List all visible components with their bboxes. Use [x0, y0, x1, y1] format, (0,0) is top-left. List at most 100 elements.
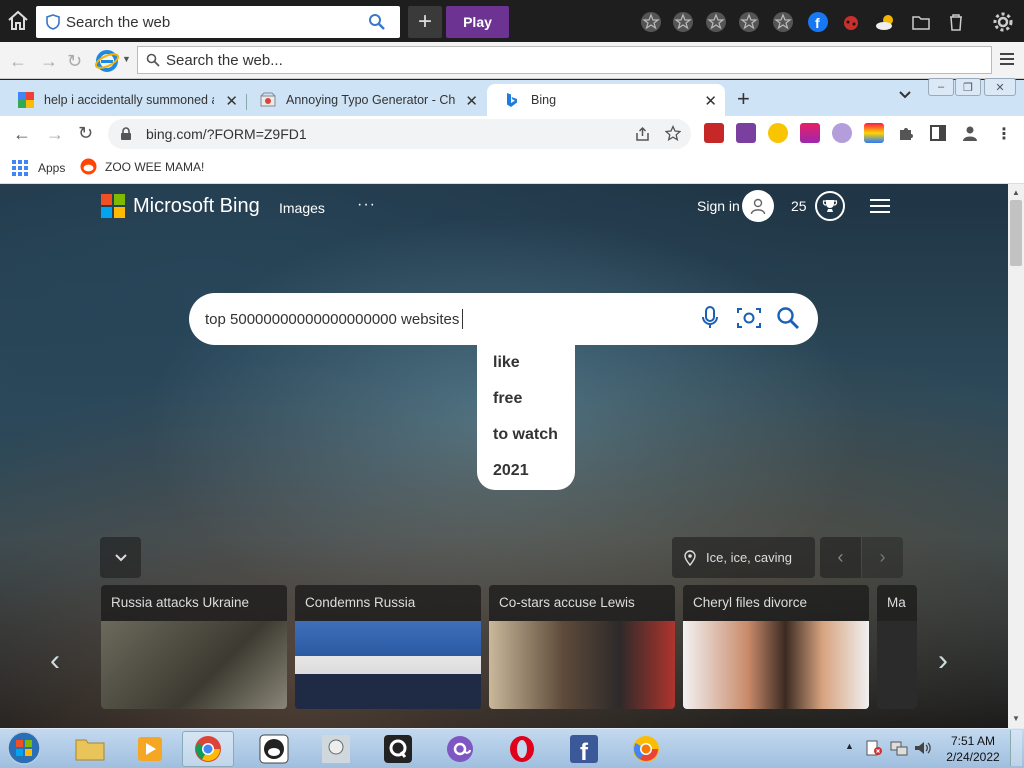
scroll-up-icon[interactable]: ▲: [1012, 188, 1020, 197]
visual-search-icon[interactable]: [736, 306, 762, 330]
emoji-extension-icon[interactable]: [768, 123, 788, 143]
close-icon[interactable]: ✕: [704, 92, 717, 110]
bookmark-star-icon[interactable]: [665, 125, 681, 141]
side-panel-icon[interactable]: [929, 124, 947, 142]
share-icon[interactable]: [635, 126, 651, 142]
extension-icon[interactable]: [736, 123, 756, 143]
network-icon[interactable]: [890, 740, 908, 756]
scroll-thumb[interactable]: [1010, 200, 1022, 266]
nav-more-button[interactable]: ···: [357, 196, 376, 214]
extension-icon[interactable]: [704, 123, 724, 143]
taskbar-chrome-canary[interactable]: [620, 731, 672, 767]
suggestion-item[interactable]: like: [477, 353, 575, 389]
dropdown-arrow-icon[interactable]: ▼: [122, 54, 131, 64]
bookmark-zoo-wee-mama[interactable]: ZOO WEE MAMA!: [80, 158, 204, 175]
ie-address-input[interactable]: Search the web...: [137, 46, 992, 74]
action-center-icon[interactable]: [866, 740, 882, 756]
news-card[interactable]: Condemns Russia: [295, 585, 481, 709]
back-arrow-icon[interactable]: ←: [9, 51, 27, 72]
microphone-icon[interactable]: [700, 306, 720, 330]
rewards-points[interactable]: 25: [791, 198, 807, 214]
kebab-menu-icon[interactable]: ⋮: [996, 124, 1012, 144]
news-card[interactable]: Russia attacks Ukraine: [101, 585, 287, 709]
taskbar-app-character[interactable]: [310, 731, 362, 767]
trophy-icon[interactable]: [815, 191, 845, 221]
extension-icon[interactable]: [864, 123, 884, 143]
taskbar-facebook[interactable]: f: [558, 731, 610, 767]
taskbar-explorer[interactable]: [64, 731, 116, 767]
carousel-prev-icon[interactable]: ‹: [50, 644, 60, 678]
reload-icon[interactable]: ↻: [78, 123, 93, 144]
search-input[interactable]: top 50000000000000000000 websites: [189, 293, 818, 345]
tab-bing[interactable]: Bing ✕: [487, 84, 725, 116]
trash-icon[interactable]: [944, 10, 968, 34]
gear-icon[interactable]: [991, 10, 1015, 34]
show-hidden-icons[interactable]: ▲: [845, 741, 854, 751]
suggestion-item[interactable]: to watch: [477, 425, 575, 461]
star-icon[interactable]: [771, 10, 795, 34]
carousel-next-icon[interactable]: ›: [938, 644, 948, 678]
taskbar-app-face[interactable]: [248, 731, 300, 767]
search-icon[interactable]: [776, 306, 800, 330]
ladybug-icon[interactable]: [839, 10, 863, 34]
forward-arrow-icon[interactable]: →: [46, 124, 64, 145]
home-icon[interactable]: [6, 9, 30, 33]
taskbar-media-player[interactable]: [124, 731, 176, 767]
folder-icon[interactable]: [909, 10, 933, 34]
news-card[interactable]: Cheryl files divorce: [683, 585, 869, 709]
volume-icon[interactable]: [914, 740, 932, 756]
suggestion-item[interactable]: free: [477, 389, 575, 425]
system-clock[interactable]: 7:51 AM 2/24/2022: [940, 733, 1006, 765]
profile-icon[interactable]: [961, 124, 979, 142]
bing-logo[interactable]: Microsoft Bing: [101, 194, 260, 218]
sign-in-link[interactable]: Sign in: [697, 198, 740, 214]
star-icon[interactable]: [671, 10, 695, 34]
avatar[interactable]: [742, 190, 774, 222]
close-icon[interactable]: ✕: [465, 92, 478, 110]
omnibox[interactable]: bing.com/?FORM=Z9FD1: [108, 119, 691, 149]
taskbar-opera[interactable]: [496, 731, 548, 767]
close-window-button[interactable]: ✕: [984, 78, 1016, 96]
taskbar-app-q[interactable]: [372, 731, 424, 767]
close-icon[interactable]: ✕: [225, 92, 238, 110]
suggestion-item[interactable]: 2021: [477, 461, 575, 497]
previous-image-button[interactable]: ‹: [820, 537, 861, 578]
top-search-input[interactable]: Search the web: [36, 6, 400, 38]
scroll-down-icon[interactable]: ▼: [1012, 714, 1020, 723]
refresh-icon[interactable]: ↻: [67, 51, 82, 72]
bookmark-apps[interactable]: Apps: [12, 160, 65, 176]
taskbar-app-at[interactable]: [434, 731, 486, 767]
extension-icon[interactable]: [800, 123, 820, 143]
facebook-icon[interactable]: f: [806, 10, 830, 34]
menu-icon[interactable]: [1000, 52, 1016, 66]
start-button[interactable]: [4, 729, 44, 767]
search-icon[interactable]: [368, 13, 386, 31]
minimize-button[interactable]: –: [928, 78, 954, 96]
next-image-button[interactable]: ›: [862, 537, 903, 578]
weather-icon[interactable]: [874, 10, 898, 34]
play-button[interactable]: Play: [446, 6, 509, 38]
forward-arrow-icon[interactable]: →: [40, 51, 58, 72]
star-icon[interactable]: [704, 10, 728, 34]
tab-google-search[interactable]: help i accidentally summoned a m ✕: [0, 84, 246, 116]
extension-icon[interactable]: [832, 123, 852, 143]
restore-button[interactable]: ❐: [955, 78, 981, 96]
news-card[interactable]: Ma: [877, 585, 917, 709]
star-icon[interactable]: [639, 10, 663, 34]
internet-explorer-icon[interactable]: [94, 48, 120, 74]
image-location-info[interactable]: Ice, ice, caving: [672, 537, 815, 578]
hamburger-menu-icon[interactable]: [870, 198, 890, 214]
back-arrow-icon[interactable]: ←: [13, 124, 31, 145]
show-desktop-button[interactable]: [1010, 730, 1022, 766]
news-card[interactable]: Co-stars accuse Lewis: [489, 585, 675, 709]
new-tab-button[interactable]: +: [737, 86, 750, 112]
collapse-button[interactable]: [100, 537, 141, 578]
chevron-down-icon[interactable]: [898, 90, 912, 100]
tab-typo-generator[interactable]: Annoying Typo Generator - Chro ✕: [242, 84, 486, 116]
taskbar-chrome[interactable]: [182, 731, 234, 767]
puzzle-icon[interactable]: [897, 124, 915, 142]
chrome-toolbar: ← → ↻ bing.com/?FORM=Z9FD1 ⋮: [0, 116, 1024, 152]
nav-images-link[interactable]: Images: [279, 200, 325, 216]
star-icon[interactable]: [737, 10, 761, 34]
add-button[interactable]: +: [408, 6, 442, 38]
